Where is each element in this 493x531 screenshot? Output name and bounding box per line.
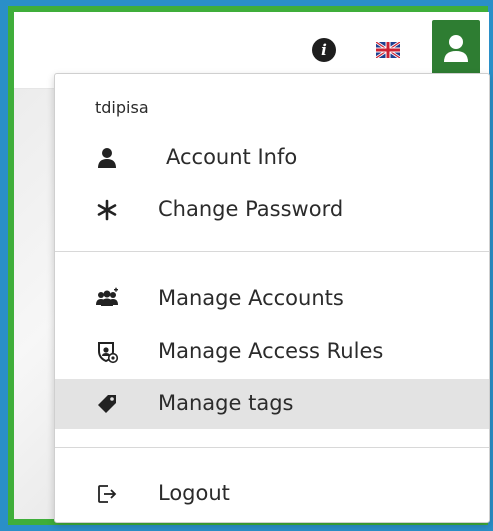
tag-icon xyxy=(98,395,116,413)
menu-item-manage-tags[interactable]: Manage tags xyxy=(55,379,489,429)
menu-item-manage-access-rules[interactable]: Manage Access Rules xyxy=(55,327,489,377)
menu-item-label: Manage Access Rules xyxy=(158,339,384,363)
user-icon xyxy=(444,35,468,62)
menu-item-label: Manage tags xyxy=(158,391,294,415)
uk-flag-icon[interactable] xyxy=(375,40,401,60)
menu-item-label: Manage Accounts xyxy=(158,286,344,310)
menu-item-change-password[interactable]: Change Password xyxy=(55,185,489,235)
logout-icon xyxy=(98,485,117,503)
access-rules-icon xyxy=(98,342,119,364)
username-label: tdipisa xyxy=(95,98,149,117)
user-icon xyxy=(98,148,116,168)
menu-item-manage-accounts[interactable]: Manage Accounts xyxy=(55,274,489,324)
user-dropdown-menu: tdipisa Account Info Change Password Man… xyxy=(54,73,490,523)
menu-divider xyxy=(55,447,489,448)
menu-item-label: Logout xyxy=(158,481,230,505)
asterisk-icon xyxy=(97,199,117,221)
menu-item-label: Account Info xyxy=(166,145,298,169)
menu-item-label: Change Password xyxy=(158,197,344,221)
info-circle-icon[interactable]: i xyxy=(312,38,336,62)
users-group-icon xyxy=(96,287,118,306)
menu-item-account-info[interactable]: Account Info xyxy=(55,133,489,183)
menu-divider xyxy=(55,251,489,252)
user-menu-button[interactable] xyxy=(432,20,480,78)
menu-item-logout[interactable]: Logout xyxy=(55,469,489,519)
